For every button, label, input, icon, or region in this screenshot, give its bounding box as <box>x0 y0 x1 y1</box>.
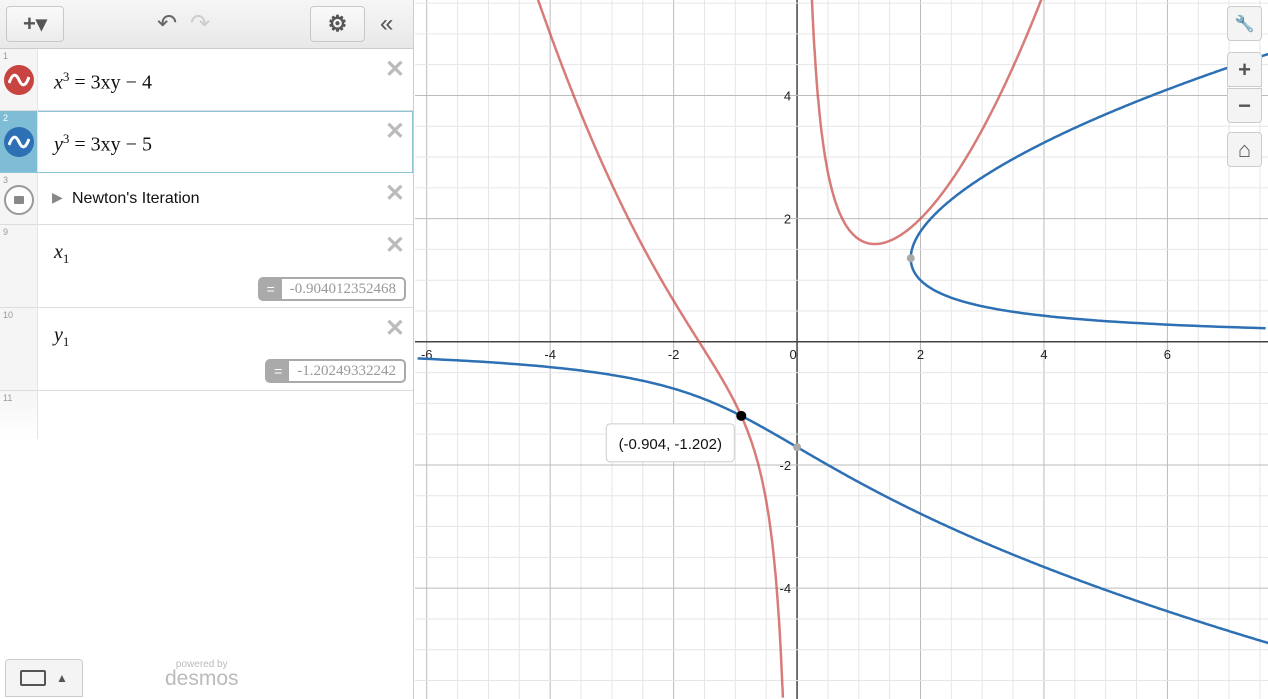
expand-triangle-icon[interactable]: ▶ <box>52 189 63 206</box>
settings-button[interactable]: ⚙ <box>310 6 365 42</box>
y-tick-label: 4 <box>784 88 791 103</box>
x-tick-label: -2 <box>668 347 680 362</box>
graph-canvas[interactable]: -6 -4 -2 0 2 4 642-2-4(-0.904, -1.202) <box>415 0 1268 699</box>
delete-expression-button[interactable]: ✕ <box>385 55 405 84</box>
row-number: 11 <box>3 393 13 403</box>
zoom-in-button[interactable]: + <box>1227 52 1262 87</box>
folder-title[interactable]: Newton's Iteration <box>72 190 200 208</box>
delete-expression-button[interactable]: ✕ <box>385 179 405 208</box>
expression-panel: +▾ ↶ ↷ ⚙ « 1 x3 = 3xy − 4 ✕ 2 y3 = 3xy −… <box>0 0 414 699</box>
redo-button[interactable]: ↷ <box>190 9 210 38</box>
wave-icon[interactable] <box>4 65 34 95</box>
graph-settings-wrench-button[interactable]: 🔧 <box>1227 6 1262 41</box>
delete-expression-button[interactable]: ✕ <box>385 314 405 343</box>
point-coordinate-label: (-0.904, -1.202) <box>619 436 722 453</box>
expression-row-9[interactable]: 9 x1 ✕ = -0.904012352468 <box>0 225 413 308</box>
panel-toolbar: +▾ ↶ ↷ ⚙ « <box>0 0 413 49</box>
x-tick-label: 0 <box>789 347 796 362</box>
blue-y-intercept-point <box>793 443 802 452</box>
delete-expression-button[interactable]: ✕ <box>385 231 405 260</box>
keyboard-toggle-button[interactable]: ▲ <box>5 659 83 697</box>
y-tick-label: -2 <box>779 458 791 473</box>
row-number: 1 <box>3 51 9 61</box>
row-number: 3 <box>3 175 9 185</box>
row-number: 9 <box>3 227 9 237</box>
red-curve-right <box>810 0 1043 246</box>
x-tick-label: 2 <box>917 347 924 362</box>
expression-math[interactable]: x1 <box>54 241 69 267</box>
keyboard-icon <box>20 670 47 686</box>
row-number: 10 <box>3 310 14 320</box>
desmos-branding: powered by desmos <box>165 659 239 690</box>
x-tick-label: 4 <box>1040 347 1047 362</box>
red-curve-left <box>536 0 785 698</box>
collapse-panel-button[interactable]: « <box>380 10 393 38</box>
expression-math[interactable]: y3 = 3xy − 5 <box>54 131 152 157</box>
x-tick-label: 6 <box>1164 347 1171 362</box>
intersection-point <box>736 410 747 421</box>
caret-up-icon: ▲ <box>56 671 68 685</box>
expression-row-2[interactable]: 2 y3 = 3xy − 5 ✕ <box>0 111 413 173</box>
delete-expression-button[interactable]: ✕ <box>385 117 405 146</box>
undo-button[interactable]: ↶ <box>157 9 177 38</box>
folder-row[interactable]: 3 ▶ Newton's Iteration ✕ <box>0 173 413 225</box>
zoom-out-button[interactable]: − <box>1227 88 1262 123</box>
blue-vertex-point <box>906 254 915 263</box>
wave-icon[interactable] <box>4 127 34 157</box>
expression-row-10[interactable]: 10 y1 ✕ = -1.20249332242 <box>0 308 413 391</box>
row-number: 2 <box>3 113 9 123</box>
blue-curve-upper <box>909 52 1268 330</box>
add-item-button[interactable]: +▾ <box>6 6 64 42</box>
x-tick-label: -4 <box>544 347 556 362</box>
evaluation-output: = -1.20249332242 <box>265 359 406 383</box>
y-tick-label: 2 <box>784 212 791 227</box>
expression-row-1[interactable]: 1 x3 = 3xy − 4 ✕ <box>0 49 413 111</box>
expression-math[interactable]: y1 <box>54 324 69 350</box>
y-tick-label: -4 <box>779 581 791 596</box>
evaluation-output: = -0.904012352468 <box>257 277 406 301</box>
new-expression-row[interactable]: 11 <box>0 391 413 439</box>
folder-icon[interactable] <box>4 185 34 215</box>
expression-math[interactable]: x3 = 3xy − 4 <box>54 69 152 95</box>
home-button[interactable]: ⌂ <box>1227 132 1262 167</box>
blue-curve-lower <box>417 357 1268 645</box>
